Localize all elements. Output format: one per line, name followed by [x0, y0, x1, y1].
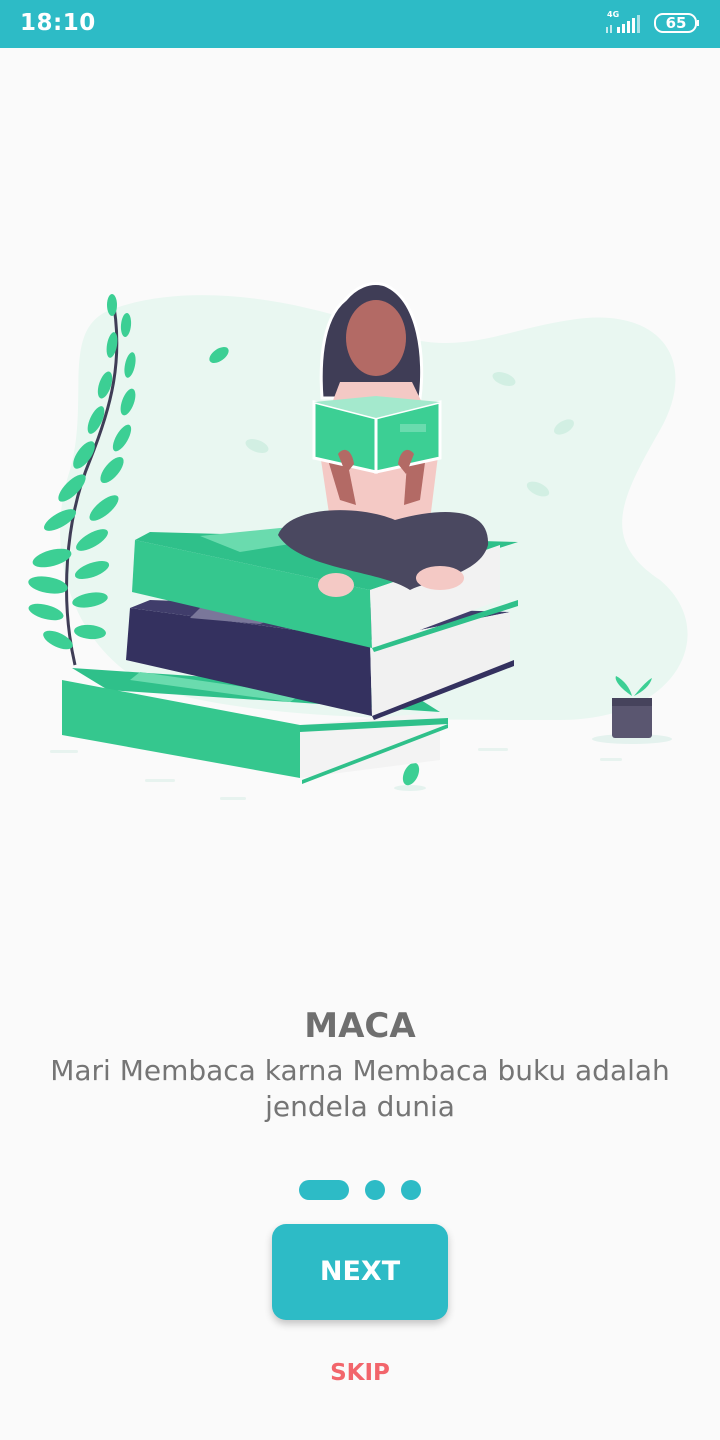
onboarding-title: MACA — [304, 1006, 416, 1046]
woman-reading-on-books-illustration — [28, 282, 688, 800]
page-indicator-dot — [365, 1180, 385, 1200]
next-button[interactable]: NEXT — [272, 1224, 448, 1320]
page-indicator-dot — [401, 1180, 421, 1200]
page-indicator-dot-active — [299, 1180, 349, 1200]
battery-level: 65 — [665, 14, 687, 32]
skip-button[interactable]: SKIP — [300, 1356, 420, 1390]
status-bar: 18:10 4G 65 — [0, 0, 720, 48]
onboarding-subtitle: Mari Membaca karna Membaca buku adalah j… — [50, 1054, 670, 1123]
status-time: 18:10 — [20, 10, 96, 36]
cellular-signal-icon — [606, 15, 640, 33]
